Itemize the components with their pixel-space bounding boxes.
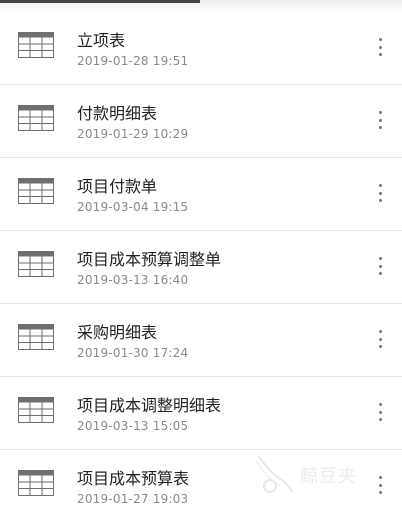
file-date: 2019-01-27 19:03 xyxy=(77,492,189,506)
more-dot-icon xyxy=(378,403,382,406)
file-row[interactable]: 项目成本预算表 2019-01-27 19:03 xyxy=(0,450,402,523)
file-name: 立项表 xyxy=(77,31,126,50)
more-options-button[interactable] xyxy=(372,257,388,275)
spreadsheet-icon xyxy=(18,470,54,496)
file-row[interactable]: 项目成本调整明细表 2019-03-13 15:05 xyxy=(0,377,402,450)
more-dot-icon xyxy=(378,264,382,268)
file-name: 采购明细表 xyxy=(77,323,158,342)
file-date: 2019-03-04 19:15 xyxy=(77,200,189,214)
more-options-button[interactable] xyxy=(372,476,388,494)
file-list: 立项表 2019-01-28 19:51 付款明细表 2019-01-29 10… xyxy=(0,12,402,523)
more-options-button[interactable] xyxy=(372,184,388,202)
more-dot-icon xyxy=(378,111,382,114)
more-dot-icon xyxy=(378,491,382,494)
spreadsheet-icon xyxy=(18,397,54,423)
more-dot-icon xyxy=(378,257,382,260)
more-options-button[interactable] xyxy=(372,111,388,129)
more-dot-icon xyxy=(378,330,382,333)
file-name: 项目付款单 xyxy=(77,177,158,196)
more-dot-icon xyxy=(378,126,382,129)
file-row[interactable]: 项目成本预算调整单 2019-03-13 16:40 xyxy=(0,231,402,304)
more-options-button[interactable] xyxy=(372,330,388,348)
file-date: 2019-03-13 15:05 xyxy=(77,419,189,433)
spreadsheet-icon xyxy=(18,105,54,131)
more-dot-icon xyxy=(378,184,382,187)
file-date: 2019-01-29 10:29 xyxy=(77,127,189,141)
file-name: 项目成本预算表 xyxy=(77,469,190,488)
more-dot-icon xyxy=(378,199,382,202)
file-date: 2019-01-28 19:51 xyxy=(77,54,189,68)
more-dot-icon xyxy=(378,118,382,122)
spreadsheet-icon xyxy=(18,32,54,58)
more-options-button[interactable] xyxy=(372,403,388,421)
more-dot-icon xyxy=(378,191,382,195)
more-dot-icon xyxy=(378,272,382,275)
file-row[interactable]: 立项表 2019-01-28 19:51 xyxy=(0,12,402,85)
more-dot-icon xyxy=(378,476,382,479)
more-dot-icon xyxy=(378,410,382,414)
spreadsheet-icon xyxy=(18,324,54,350)
file-name: 项目成本预算调整单 xyxy=(77,250,222,269)
more-dot-icon xyxy=(378,337,382,341)
file-row[interactable]: 付款明细表 2019-01-29 10:29 xyxy=(0,85,402,158)
file-name: 付款明细表 xyxy=(77,104,158,123)
more-dot-icon xyxy=(378,53,382,56)
spreadsheet-icon xyxy=(18,251,54,277)
more-dot-icon xyxy=(378,345,382,348)
file-row[interactable]: 项目付款单 2019-03-04 19:15 xyxy=(0,158,402,231)
more-dot-icon xyxy=(378,45,382,49)
more-dot-icon xyxy=(378,483,382,487)
file-name: 项目成本调整明细表 xyxy=(77,396,222,415)
more-dot-icon xyxy=(378,38,382,41)
file-date: 2019-03-13 16:40 xyxy=(77,273,189,287)
more-options-button[interactable] xyxy=(372,38,388,56)
file-date: 2019-01-30 17:24 xyxy=(77,346,189,360)
tab-indicator xyxy=(0,0,200,3)
top-bar xyxy=(0,0,402,12)
more-dot-icon xyxy=(378,418,382,421)
spreadsheet-icon xyxy=(18,178,54,204)
file-row[interactable]: 采购明细表 2019-01-30 17:24 xyxy=(0,304,402,377)
